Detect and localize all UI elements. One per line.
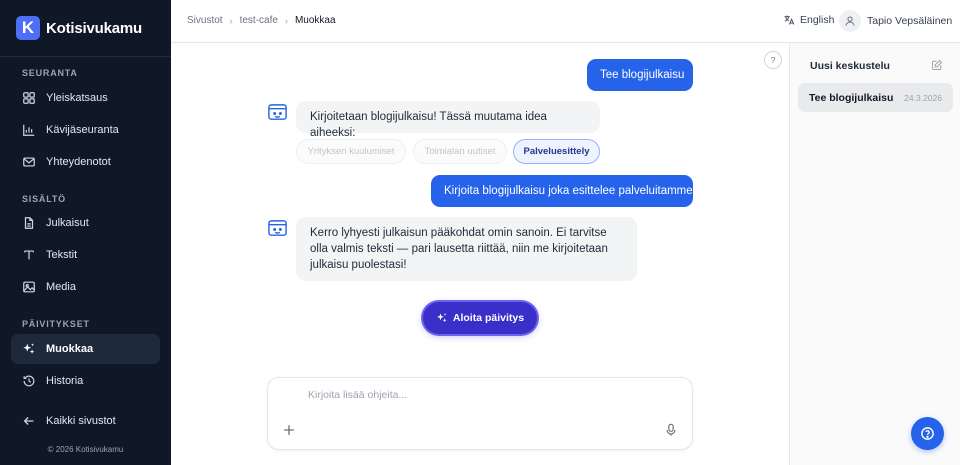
user-message: Kirjoita blogijulkaisu joka esittelee pa…	[431, 175, 693, 207]
sidebar-item-tekstit[interactable]: Tekstit	[11, 240, 160, 270]
breadcrumb-site[interactable]: test-cafe	[240, 15, 278, 26]
suggestion-chip[interactable]: Toimialan uutiset	[413, 139, 507, 164]
divider	[0, 56, 171, 57]
sidebar: K Kotisivukamu SEURANTA Yleiskatsaus Käv…	[0, 0, 171, 465]
conversation-panel: Uusi keskustelu Tee blogijulkaisu 24.3.2…	[789, 43, 960, 465]
section-title-paivitykset: PÄIVITYKSET	[22, 319, 90, 329]
section-title-seuranta: SEURANTA	[22, 68, 78, 78]
avatar	[839, 10, 861, 32]
start-update-button[interactable]: Aloita päivitys	[423, 302, 537, 334]
sparkles-icon	[437, 313, 447, 323]
sidebar-item-label: Media	[46, 281, 76, 293]
assistant-message: Kirjoitetaan blogijulkaisu! Tässä muutam…	[296, 101, 600, 139]
edit-icon[interactable]	[931, 59, 943, 71]
sidebar-item-julkaisut[interactable]: Julkaisut	[11, 208, 160, 238]
chevron-right-icon: ›	[229, 15, 233, 26]
brand-name: Kotisivukamu	[46, 19, 142, 37]
sidebar-item-kavijaseuranta[interactable]: Kävijäseuranta	[11, 115, 160, 145]
all-sites-label: Kaikki sivustot	[46, 415, 116, 427]
language-switcher[interactable]: English	[783, 14, 834, 26]
translate-icon	[784, 15, 795, 25]
sidebar-item-label: Kävijäseuranta	[46, 124, 119, 136]
history-icon	[23, 375, 35, 387]
text-icon	[24, 250, 34, 260]
mail-icon	[23, 157, 35, 167]
sidebar-item-yleiskatsaus[interactable]: Yleiskatsaus	[11, 83, 160, 113]
document-icon	[24, 217, 34, 229]
user-menu[interactable]: Tapio Vepsäläinen	[839, 10, 952, 32]
conversation-date: 24.3.2026	[904, 92, 942, 103]
sidebar-item-label: Julkaisut	[46, 217, 89, 229]
breadcrumb: Sivustot › test-cafe › Muokkaa	[187, 15, 336, 26]
section-title-sisalto: SISÄLTÖ	[22, 194, 66, 204]
copyright: © 2026 Kotisivukamu	[47, 445, 124, 454]
chat-area: ? Tee blogijulkaisu Kirjoitetaan blogiju…	[171, 43, 790, 465]
user-icon	[845, 16, 855, 26]
bot-avatar-icon	[268, 104, 287, 120]
plus-icon[interactable]	[282, 423, 296, 437]
sidebar-item-label: Historia	[46, 375, 84, 387]
all-sites-link[interactable]: Kaikki sivustot	[11, 407, 160, 435]
bot-avatar-icon	[268, 220, 287, 236]
microphone-icon[interactable]	[664, 423, 678, 437]
help-fab-button[interactable]	[911, 417, 944, 450]
dashboard-icon	[23, 92, 35, 104]
message-input[interactable]	[308, 389, 648, 401]
sidebar-item-yhteydenotot[interactable]: Yhteydenotot	[11, 147, 160, 177]
help-button[interactable]: ?	[764, 51, 782, 69]
conversation-title: Tee blogijulkaisu	[809, 91, 894, 104]
sidebar-item-label: Tekstit	[46, 249, 78, 261]
user-name: Tapio Vepsäläinen	[867, 15, 953, 27]
language-label: English	[800, 14, 835, 26]
sidebar-item-label: Muokkaa	[46, 343, 94, 355]
sidebar-item-label: Yhteydenotot	[46, 156, 111, 168]
chevron-right-icon: ›	[284, 15, 288, 26]
user-message: Tee blogijulkaisu	[587, 59, 693, 91]
sidebar-item-label: Yleiskatsaus	[46, 92, 108, 104]
suggestion-chip-selected[interactable]: Palveluesittely	[513, 139, 600, 164]
brand[interactable]: K Kotisivukamu	[16, 16, 142, 40]
brand-logo: K	[16, 16, 40, 40]
breadcrumb-sivustot[interactable]: Sivustot	[187, 15, 223, 26]
top-bar: Sivustot › test-cafe › Muokkaa English T…	[171, 0, 960, 43]
message-composer	[267, 377, 693, 450]
sidebar-item-muokkaa[interactable]: Muokkaa	[11, 334, 160, 364]
new-conversation-button[interactable]: Uusi keskustelu	[810, 60, 890, 72]
sidebar-item-media[interactable]: Media	[11, 272, 160, 302]
start-update-label: Aloita päivitys	[452, 312, 525, 324]
assistant-message: Kerro lyhyesti julkaisun pääkohdat omin …	[296, 217, 637, 281]
breadcrumb-current: Muokkaa	[294, 15, 336, 26]
bar-chart-icon	[23, 124, 35, 136]
sidebar-item-historia[interactable]: Historia	[11, 366, 160, 396]
help-circle-icon	[921, 427, 934, 440]
sparkles-icon	[23, 343, 35, 354]
image-icon	[23, 281, 35, 293]
suggestion-chip[interactable]: Yrityksen kuulumiset	[296, 139, 406, 164]
conversation-item[interactable]: Tee blogijulkaisu 24.3.2026	[798, 83, 953, 112]
arrow-left-icon	[23, 417, 34, 425]
